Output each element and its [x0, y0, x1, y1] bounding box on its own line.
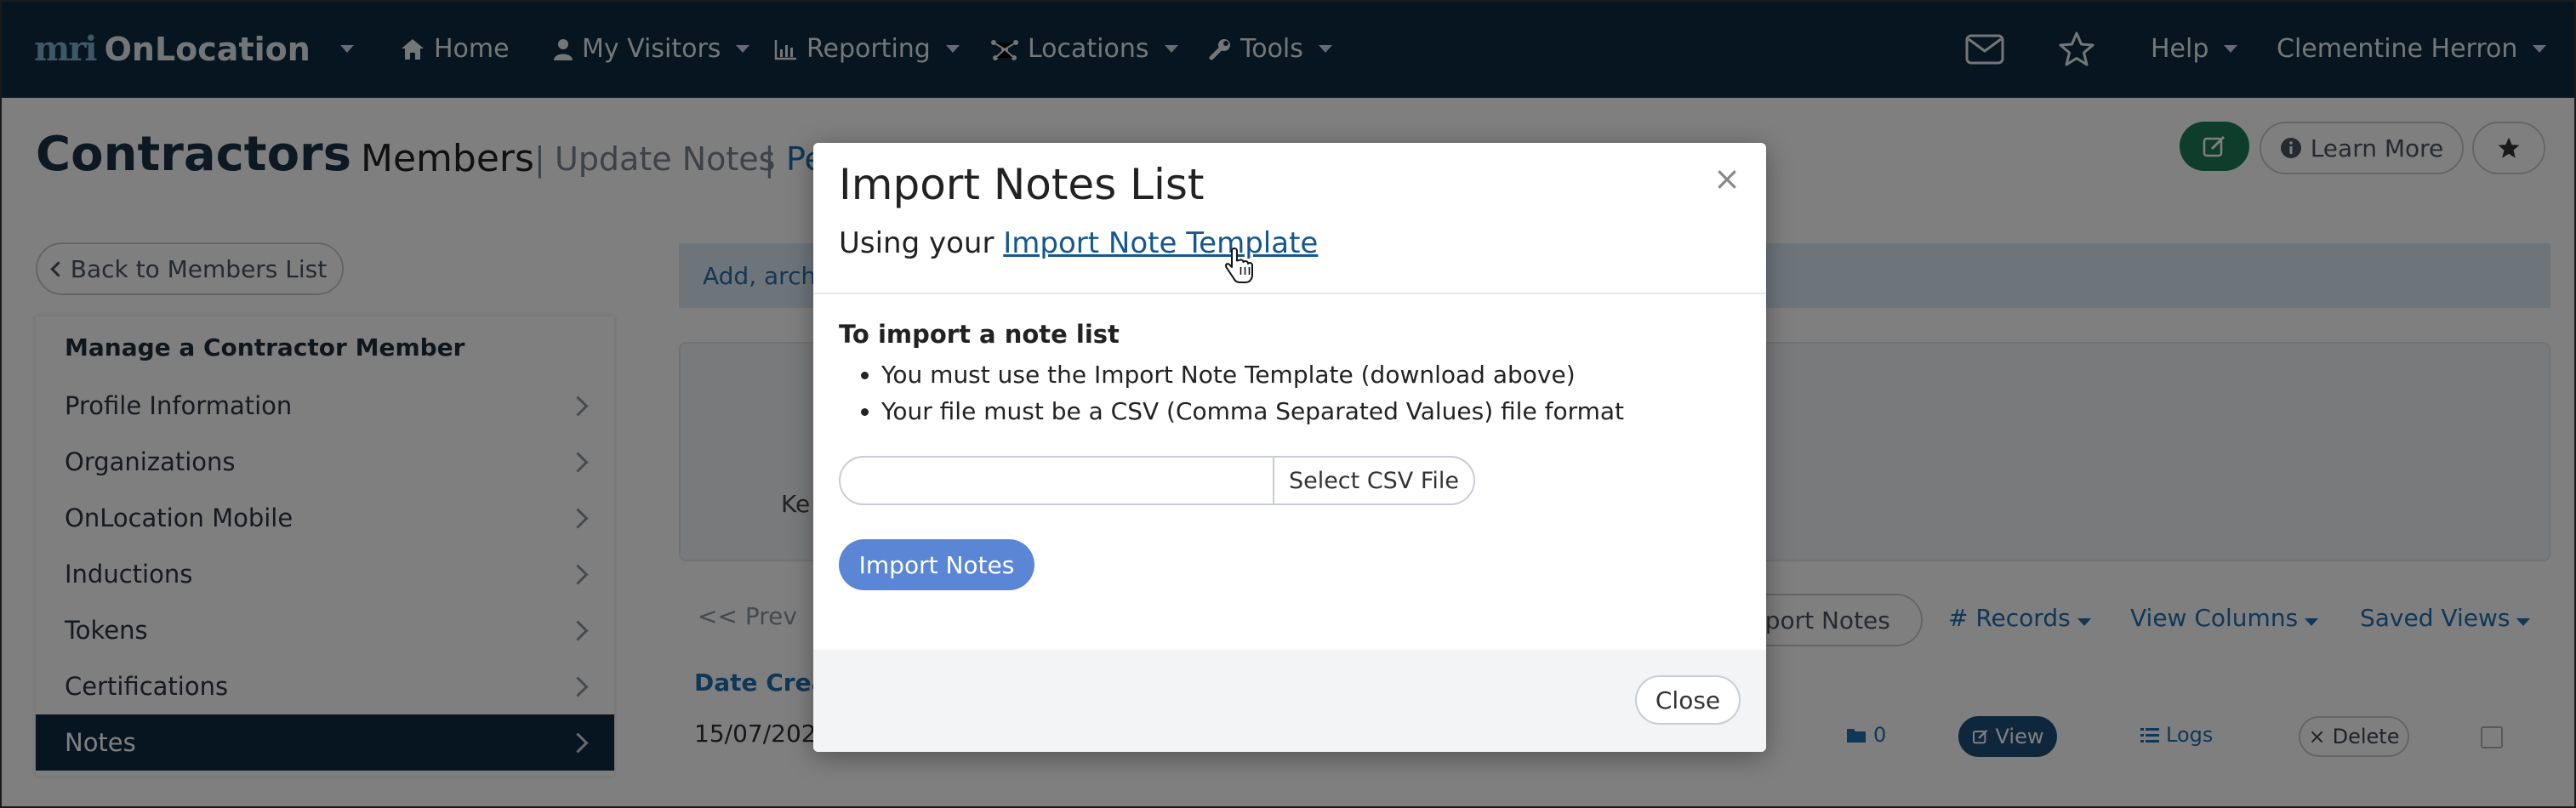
list-item: You must use the Import Note Template (d… — [881, 361, 1624, 389]
select-csv-file-button[interactable]: Select CSV File — [1273, 456, 1475, 505]
modal-close-icon[interactable]: × — [1713, 160, 1741, 197]
modal-footer: Close — [813, 650, 1766, 752]
import-notes-button[interactable]: Import Notes — [839, 539, 1034, 590]
list-item: Your file must be a CSV (Comma Separated… — [881, 397, 1624, 425]
close-button[interactable]: Close — [1635, 675, 1741, 725]
modal-divider — [813, 293, 1766, 294]
modal-title: Import Notes List — [839, 160, 1205, 209]
requirements-list: You must use the Import Note Template (d… — [839, 361, 1624, 434]
import-note-template-link[interactable]: Import Note Template — [1003, 226, 1318, 260]
import-notes-modal: Import Notes List × Using your Import No… — [813, 143, 1766, 752]
hand-pointer-cursor-icon — [1225, 248, 1253, 283]
using-prefix: Using your — [839, 226, 994, 260]
section-heading: To import a note list — [839, 320, 1120, 349]
csv-file-input[interactable] — [839, 456, 1274, 505]
